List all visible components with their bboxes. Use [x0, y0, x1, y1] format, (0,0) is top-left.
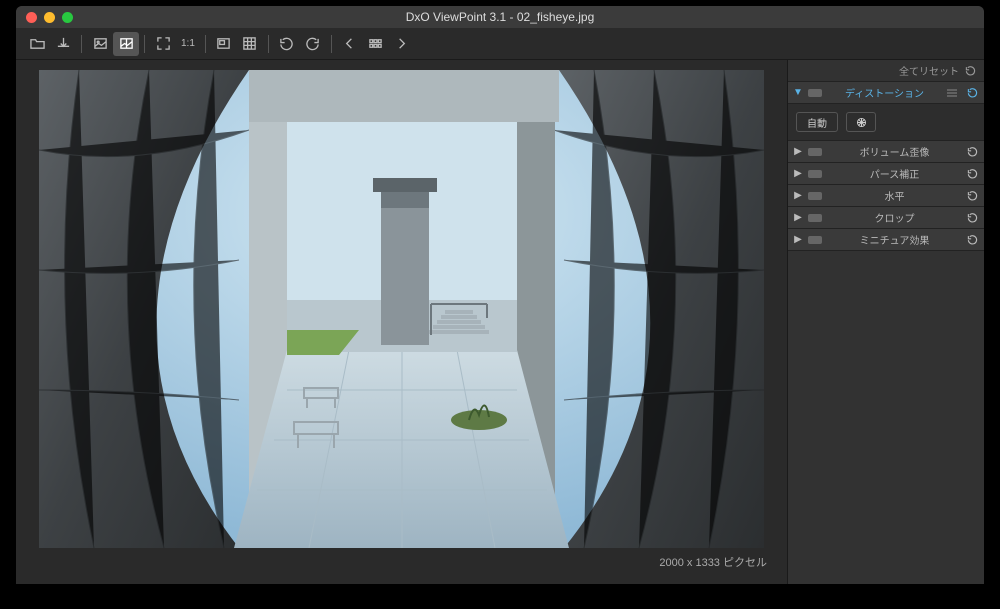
undo-icon	[279, 36, 294, 51]
side-panel: 全てリセット ▼ ディストーション 自動 ▶	[787, 60, 984, 584]
folder-icon	[30, 36, 45, 51]
panel-title: 水平	[828, 188, 961, 203]
zoom-100-button[interactable]: 1:1	[176, 32, 200, 56]
options-icon[interactable]	[947, 88, 957, 98]
toolbar-separator	[144, 35, 145, 53]
chevron-down-icon: ▼	[794, 89, 802, 97]
next-image-button[interactable]	[389, 32, 415, 56]
chevron-right-icon: ▶	[794, 192, 802, 200]
close-icon[interactable]	[26, 12, 37, 23]
reset-icon[interactable]	[967, 190, 978, 201]
panel-header-miniature[interactable]: ▶ ミニチュア効果	[788, 229, 984, 251]
image-preview	[39, 70, 764, 548]
panel-toggle[interactable]	[808, 170, 822, 178]
fisheye-icon	[855, 116, 868, 129]
open-file-button[interactable]	[24, 32, 50, 56]
panel-toggle[interactable]	[808, 236, 822, 244]
undo-button[interactable]	[274, 32, 300, 56]
distortion-mode-button[interactable]	[846, 112, 876, 132]
arrow-left-icon	[342, 36, 357, 51]
panel-toggle[interactable]	[808, 148, 822, 156]
reset-icon	[965, 65, 976, 76]
panel-body-distortion: 自動	[788, 104, 984, 141]
auto-button-label: 自動	[807, 115, 827, 130]
image-compare-button[interactable]	[113, 32, 139, 56]
panel-toggle[interactable]	[808, 192, 822, 200]
arrow-right-icon	[394, 36, 409, 51]
panel-title: ディストーション	[828, 85, 941, 100]
reset-icon[interactable]	[967, 234, 978, 245]
toolbar-separator	[331, 35, 332, 53]
redo-icon	[305, 36, 320, 51]
save-button[interactable]	[50, 32, 76, 56]
prev-image-button[interactable]	[337, 32, 363, 56]
panel-header-volume[interactable]: ▶ ボリューム歪像	[788, 141, 984, 163]
reset-icon[interactable]	[967, 146, 978, 157]
image-compare-icon	[119, 36, 134, 51]
chevron-right-icon: ▶	[794, 236, 802, 244]
chevron-right-icon: ▶	[794, 214, 802, 222]
toolbar: 1:1	[16, 28, 984, 60]
panel-header-horizon[interactable]: ▶ 水平	[788, 185, 984, 207]
toolbar-separator	[205, 35, 206, 53]
fit-icon	[156, 36, 171, 51]
panel-toggle[interactable]	[808, 89, 822, 97]
loupe-icon	[216, 36, 231, 51]
zoom-100-label: 1:1	[181, 38, 195, 49]
panel-title: パース補正	[828, 166, 961, 181]
reset-icon[interactable]	[967, 212, 978, 223]
reset-icon[interactable]	[967, 87, 978, 98]
toolbar-separator	[268, 35, 269, 53]
grid-button[interactable]	[237, 32, 263, 56]
grid-icon	[242, 36, 257, 51]
reset-all-button[interactable]: 全てリセット	[788, 60, 984, 82]
fit-button[interactable]	[150, 32, 176, 56]
window-controls	[26, 12, 73, 23]
minimize-icon[interactable]	[44, 12, 55, 23]
panel-toggle[interactable]	[808, 214, 822, 222]
app-window: DxO ViewPoint 3.1 - 02_fisheye.jpg 1:1	[16, 6, 984, 584]
image-icon	[93, 36, 108, 51]
thumbnails-icon	[368, 36, 383, 51]
maximize-icon[interactable]	[62, 12, 73, 23]
panel-header-perspective[interactable]: ▶ パース補正	[788, 163, 984, 185]
panel-header-crop[interactable]: ▶ クロップ	[788, 207, 984, 229]
content-area: 2000 x 1333 ピクセル 全てリセット ▼ ディストーション 自動	[16, 60, 984, 584]
chevron-right-icon: ▶	[794, 170, 802, 178]
window-title: DxO ViewPoint 3.1 - 02_fisheye.jpg	[16, 10, 984, 24]
panel-title: クロップ	[828, 210, 961, 225]
image-single-button[interactable]	[87, 32, 113, 56]
titlebar: DxO ViewPoint 3.1 - 02_fisheye.jpg	[16, 6, 984, 28]
panel-header-distortion[interactable]: ▼ ディストーション	[788, 82, 984, 104]
auto-button[interactable]: 自動	[796, 112, 838, 132]
image-dimensions: 2000 x 1333 ピクセル	[659, 554, 767, 570]
reset-icon[interactable]	[967, 168, 978, 179]
save-icon	[56, 36, 71, 51]
toolbar-separator	[81, 35, 82, 53]
panel-title: ボリューム歪像	[828, 144, 961, 159]
thumbnails-button[interactable]	[363, 32, 389, 56]
loupe-button[interactable]	[211, 32, 237, 56]
redo-button[interactable]	[300, 32, 326, 56]
panel-title: ミニチュア効果	[828, 232, 961, 247]
image-canvas[interactable]: 2000 x 1333 ピクセル	[16, 60, 787, 584]
chevron-right-icon: ▶	[794, 148, 802, 156]
reset-all-label: 全てリセット	[899, 63, 959, 78]
